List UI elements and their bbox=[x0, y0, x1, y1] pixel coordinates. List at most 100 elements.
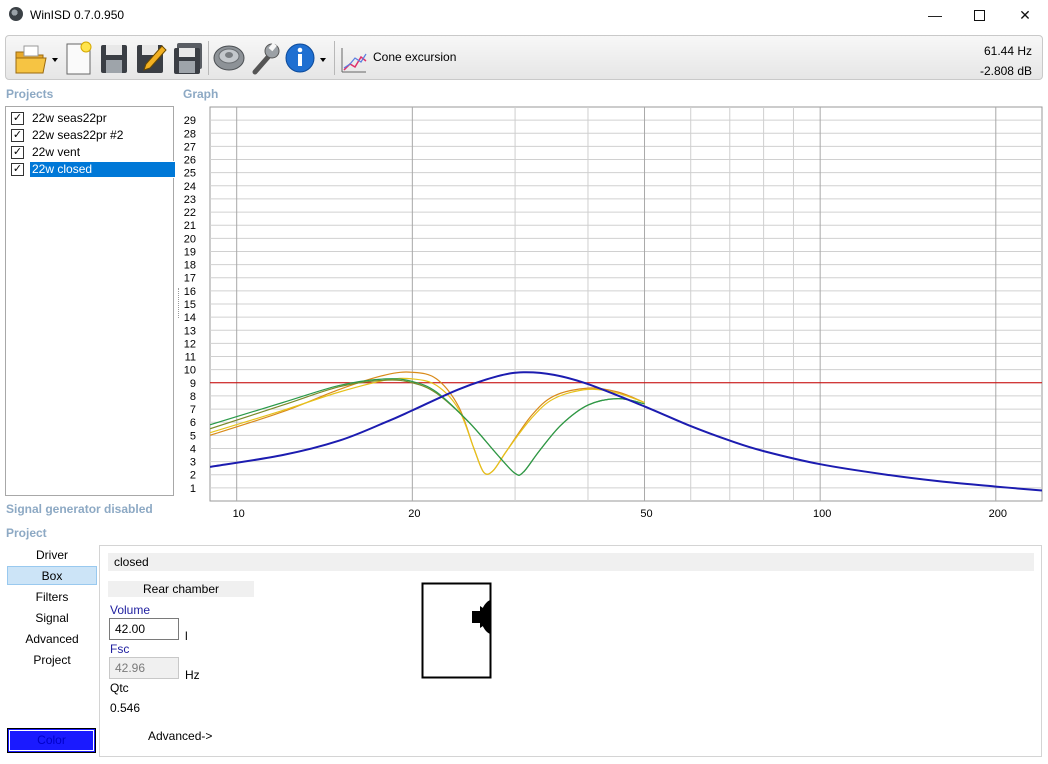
nav-box[interactable]: Box bbox=[7, 566, 97, 585]
project-label: 22w seas22pr bbox=[32, 111, 107, 125]
nav-project[interactable]: Project bbox=[7, 651, 97, 670]
title-bar: WinISD 0.7.0.950 — ✕ bbox=[0, 0, 1048, 30]
info-icon bbox=[285, 43, 326, 73]
y-tick-label: 4 bbox=[190, 443, 196, 455]
graph-chart-icon bbox=[341, 48, 367, 73]
project-list: ✓ 22w seas22pr ✓ 22w seas22pr #2 ✓ 22w v… bbox=[5, 106, 176, 496]
project-label: 22w closed bbox=[29, 161, 176, 178]
project-item[interactable]: ✓ 22w seas22pr #2 bbox=[8, 127, 173, 143]
close-icon: ✕ bbox=[1019, 7, 1031, 23]
cone-excursion-graph[interactable]: 1234567891011121314151617181920212223242… bbox=[180, 104, 1044, 524]
y-tick-label: 29 bbox=[184, 115, 196, 127]
graph-header: Graph bbox=[183, 87, 219, 101]
save-button[interactable] bbox=[98, 40, 130, 76]
project-checkbox[interactable]: ✓ bbox=[11, 129, 24, 142]
winisd-app-icon bbox=[9, 7, 23, 21]
project-checkbox[interactable]: ✓ bbox=[11, 146, 24, 159]
y-tick-label: 7 bbox=[190, 404, 196, 416]
tools-button[interactable] bbox=[249, 40, 283, 76]
qtc-value: 0.546 bbox=[110, 701, 141, 715]
project-label: 22w seas22pr #2 bbox=[32, 128, 124, 142]
readout-frequency: 61.44 Hz bbox=[983, 44, 1032, 58]
y-tick-label: 10 bbox=[184, 365, 196, 377]
y-tick-label: 18 bbox=[184, 260, 196, 272]
box-panel: closed Rear chamber Volume 42.00 l Fsc 4… bbox=[99, 545, 1042, 757]
y-tick-label: 23 bbox=[184, 194, 196, 206]
project-item[interactable]: ✓ 22w vent bbox=[8, 144, 173, 160]
new-project-button[interactable] bbox=[62, 40, 94, 76]
minimize-icon: — bbox=[928, 7, 942, 23]
qtc-label: Qtc bbox=[110, 681, 129, 695]
y-tick-label: 25 bbox=[184, 168, 196, 180]
open-button[interactable] bbox=[12, 40, 58, 76]
edit-save-icon bbox=[137, 45, 167, 73]
x-tick-label: 10 bbox=[233, 508, 245, 520]
color-button[interactable]: Color bbox=[7, 728, 96, 753]
y-tick-label: 2 bbox=[190, 470, 196, 482]
fsc-label: Fsc bbox=[110, 642, 130, 656]
nav-advanced[interactable]: Advanced bbox=[7, 630, 97, 649]
y-tick-label: 20 bbox=[184, 233, 196, 245]
advanced-link[interactable]: Advanced-> bbox=[148, 729, 212, 743]
save-all-icon bbox=[174, 43, 202, 74]
box-name-field[interactable]: closed bbox=[108, 553, 1034, 571]
save-all-button[interactable] bbox=[171, 40, 205, 76]
close-button[interactable]: ✕ bbox=[1002, 0, 1048, 30]
y-tick-label: 5 bbox=[190, 430, 196, 442]
maximize-button[interactable] bbox=[956, 0, 1002, 30]
closed-box-diagram bbox=[421, 582, 492, 679]
info-button[interactable] bbox=[285, 40, 331, 76]
nav-signal[interactable]: Signal bbox=[7, 609, 97, 628]
volume-input[interactable]: 42.00 bbox=[109, 618, 179, 640]
nav-filters[interactable]: Filters bbox=[7, 588, 97, 607]
y-tick-label: 12 bbox=[184, 338, 196, 350]
minimize-button[interactable]: — bbox=[912, 0, 958, 30]
y-tick-label: 21 bbox=[184, 220, 196, 232]
y-tick-label: 6 bbox=[190, 417, 196, 429]
x-tick-label: 100 bbox=[813, 508, 831, 520]
rear-chamber-header: Rear chamber bbox=[108, 581, 254, 597]
y-tick-label: 19 bbox=[184, 246, 196, 258]
signal-generator-status: Signal generator disabled bbox=[6, 502, 153, 516]
winisd-window: WinISD 0.7.0.950 — ✕ Cone excursion 61.4… bbox=[0, 0, 1048, 764]
project-header: Project bbox=[6, 526, 47, 540]
new-project-icon bbox=[66, 41, 92, 75]
toolbar: Cone excursion 61.44 Hz -2.808 dB bbox=[5, 35, 1043, 80]
y-tick-label: 11 bbox=[185, 352, 196, 364]
nav-driver[interactable]: Driver bbox=[7, 546, 97, 565]
graph-type-label: Cone excursion bbox=[373, 50, 457, 64]
y-tick-label: 17 bbox=[184, 273, 196, 285]
project-item-selected[interactable]: ✓ 22w closed bbox=[8, 161, 176, 178]
y-tick-label: 9 bbox=[190, 378, 196, 390]
x-tick-label: 200 bbox=[989, 508, 1007, 520]
readout-level: -2.808 dB bbox=[979, 64, 1032, 78]
fsc-input: 42.96 bbox=[109, 657, 179, 679]
save-icon bbox=[101, 45, 127, 73]
y-tick-label: 14 bbox=[184, 312, 196, 324]
x-tick-label: 50 bbox=[640, 508, 652, 520]
y-tick-label: 1 bbox=[190, 483, 196, 495]
y-tick-label: 27 bbox=[184, 141, 196, 153]
tools-icon bbox=[252, 42, 280, 75]
y-tick-label: 8 bbox=[190, 391, 196, 403]
x-tick-label: 20 bbox=[408, 508, 420, 520]
project-checkbox[interactable]: ✓ bbox=[11, 163, 24, 176]
project-checkbox[interactable]: ✓ bbox=[11, 112, 24, 125]
save-as-button[interactable] bbox=[134, 40, 168, 76]
volume-label: Volume bbox=[110, 603, 151, 617]
driver-button[interactable] bbox=[211, 40, 247, 76]
y-tick-label: 28 bbox=[184, 128, 196, 140]
cursor-readout: 61.44 Hz -2.808 dB bbox=[980, 41, 1032, 81]
fsc-unit: Hz bbox=[185, 668, 200, 682]
maximize-icon bbox=[973, 10, 985, 21]
y-tick-label: 3 bbox=[190, 457, 196, 469]
toolbar-separator bbox=[208, 41, 209, 75]
volume-unit: l bbox=[185, 629, 188, 643]
toolbar-separator bbox=[334, 41, 335, 75]
graph-type-selector[interactable]: Cone excursion bbox=[339, 40, 469, 76]
y-tick-label: 15 bbox=[184, 299, 196, 311]
project-item[interactable]: ✓ 22w seas22pr bbox=[8, 110, 173, 126]
window-title: WinISD 0.7.0.950 bbox=[30, 8, 125, 22]
y-tick-label: 26 bbox=[184, 155, 196, 167]
open-folder-icon bbox=[15, 45, 58, 74]
